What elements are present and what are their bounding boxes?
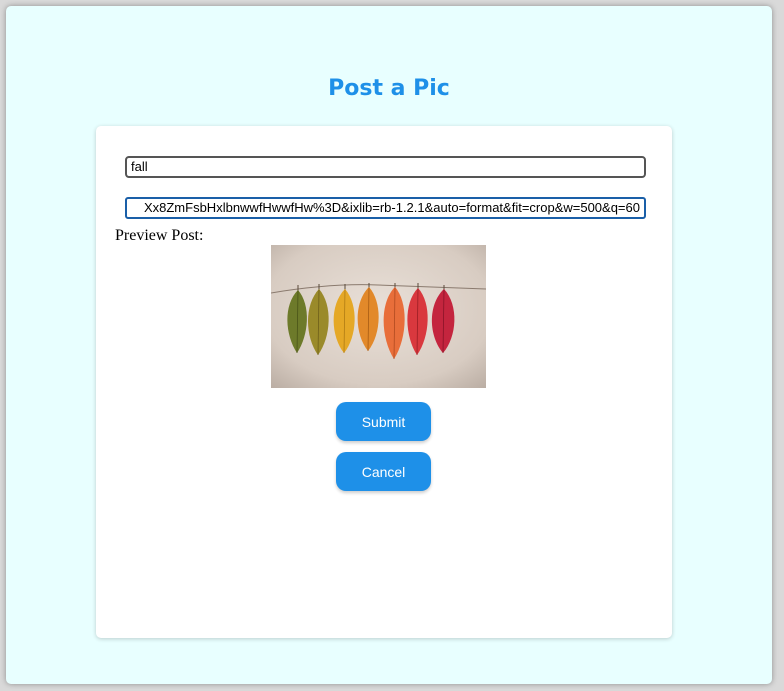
image-url-input[interactable] bbox=[125, 197, 646, 219]
page-title: Post a Pic bbox=[328, 76, 450, 101]
cancel-button[interactable]: Cancel bbox=[336, 452, 431, 491]
preview-label: Preview Post: bbox=[115, 227, 204, 244]
preview-image bbox=[271, 245, 486, 388]
post-form-card: Preview Post: bbox=[96, 126, 672, 638]
submit-button[interactable]: Submit bbox=[336, 402, 431, 441]
caption-input[interactable] bbox=[125, 156, 646, 178]
app-window: Post a Pic Preview Post: bbox=[6, 6, 772, 684]
